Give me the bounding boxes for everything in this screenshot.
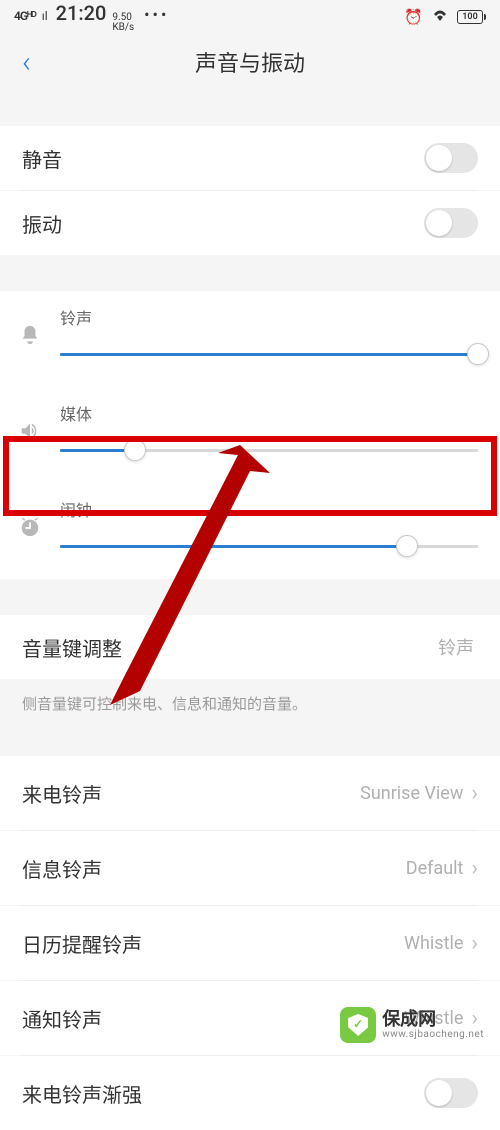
signal-icon: 4Gᴴᴰ xyxy=(14,9,36,23)
bell-icon xyxy=(16,324,44,346)
calendar-ringtone-value: Whistle xyxy=(404,933,463,954)
wifi-icon xyxy=(431,8,449,26)
chevron-right-icon: › xyxy=(471,931,478,956)
crescendo-row: 来电铃声渐强 xyxy=(0,1056,500,1130)
alarm-volume-slider[interactable] xyxy=(60,535,478,557)
status-bar: 4Gᴴᴰ ıl 21:20 9.50KB/s ••• ⏰ 100 xyxy=(0,0,500,34)
signal-bars-icon: ıl xyxy=(42,9,48,23)
ring-volume-slider[interactable] xyxy=(60,343,478,365)
alarm-volume-label: 闹钟 xyxy=(60,497,478,521)
media-volume-row: 媒体 xyxy=(0,387,500,483)
chevron-right-icon: › xyxy=(471,856,478,881)
notification-ringtone-label: 通知铃声 xyxy=(22,1004,102,1033)
vibrate-label: 振动 xyxy=(22,209,62,238)
calendar-ringtone-label: 日历提醒铃声 xyxy=(22,929,142,958)
vibrate-toggle[interactable] xyxy=(424,208,478,238)
nav-bar: ‹ 声音与振动 xyxy=(0,34,500,90)
message-ringtone-label: 信息铃声 xyxy=(22,854,102,883)
media-volume-slider[interactable] xyxy=(60,439,478,461)
watermark-logo-icon: ✓ xyxy=(340,1007,376,1043)
volume-key-value: 铃声 xyxy=(438,634,474,660)
alarm-volume-row: 闹钟 xyxy=(0,483,500,579)
battery-icon: 100 xyxy=(457,10,486,24)
status-speed: 9.50KB/s xyxy=(112,13,134,33)
volume-key-desc: 侧音量键可控制来电、信息和通知的音量。 xyxy=(0,679,500,728)
page-title: 声音与振动 xyxy=(0,46,500,78)
more-icon: ••• xyxy=(140,5,169,24)
watermark: ✓ 保成网 www.sjbaocheng.net xyxy=(340,1007,484,1043)
chevron-right-icon: › xyxy=(471,781,478,806)
message-ringtone-row[interactable]: 信息铃声 Default › xyxy=(0,831,500,905)
volumes-section: 铃声 媒体 闹钟 xyxy=(0,291,500,579)
crescendo-label: 来电铃声渐强 xyxy=(22,1079,142,1108)
status-time: 21:20 xyxy=(56,1,107,25)
incoming-ringtone-row[interactable]: 来电铃声 Sunrise View › xyxy=(0,756,500,830)
message-ringtone-value: Default xyxy=(406,858,464,879)
incoming-ringtone-label: 来电铃声 xyxy=(22,779,102,808)
watermark-url: www.sjbaocheng.net xyxy=(382,1029,484,1040)
clock-icon xyxy=(16,516,44,538)
volume-key-label: 音量键调整 xyxy=(22,633,122,662)
alarm-icon: ⏰ xyxy=(404,8,423,26)
ring-volume-label: 铃声 xyxy=(60,305,478,329)
mute-label: 静音 xyxy=(22,144,62,173)
back-button[interactable]: ‹ xyxy=(12,39,41,86)
watermark-name: 保成网 xyxy=(382,1010,484,1030)
incoming-ringtone-value: Sunrise View xyxy=(360,783,463,804)
crescendo-toggle[interactable] xyxy=(424,1078,478,1108)
media-volume-label: 媒体 xyxy=(60,401,478,425)
volume-key-row[interactable]: 音量键调整 铃声 xyxy=(0,615,500,679)
ring-volume-row: 铃声 xyxy=(0,291,500,387)
vibrate-row: 振动 xyxy=(0,191,500,255)
mute-toggle[interactable] xyxy=(424,143,478,173)
calendar-ringtone-row[interactable]: 日历提醒铃声 Whistle › xyxy=(0,906,500,980)
speaker-icon xyxy=(16,420,44,442)
mute-row: 静音 xyxy=(0,126,500,190)
